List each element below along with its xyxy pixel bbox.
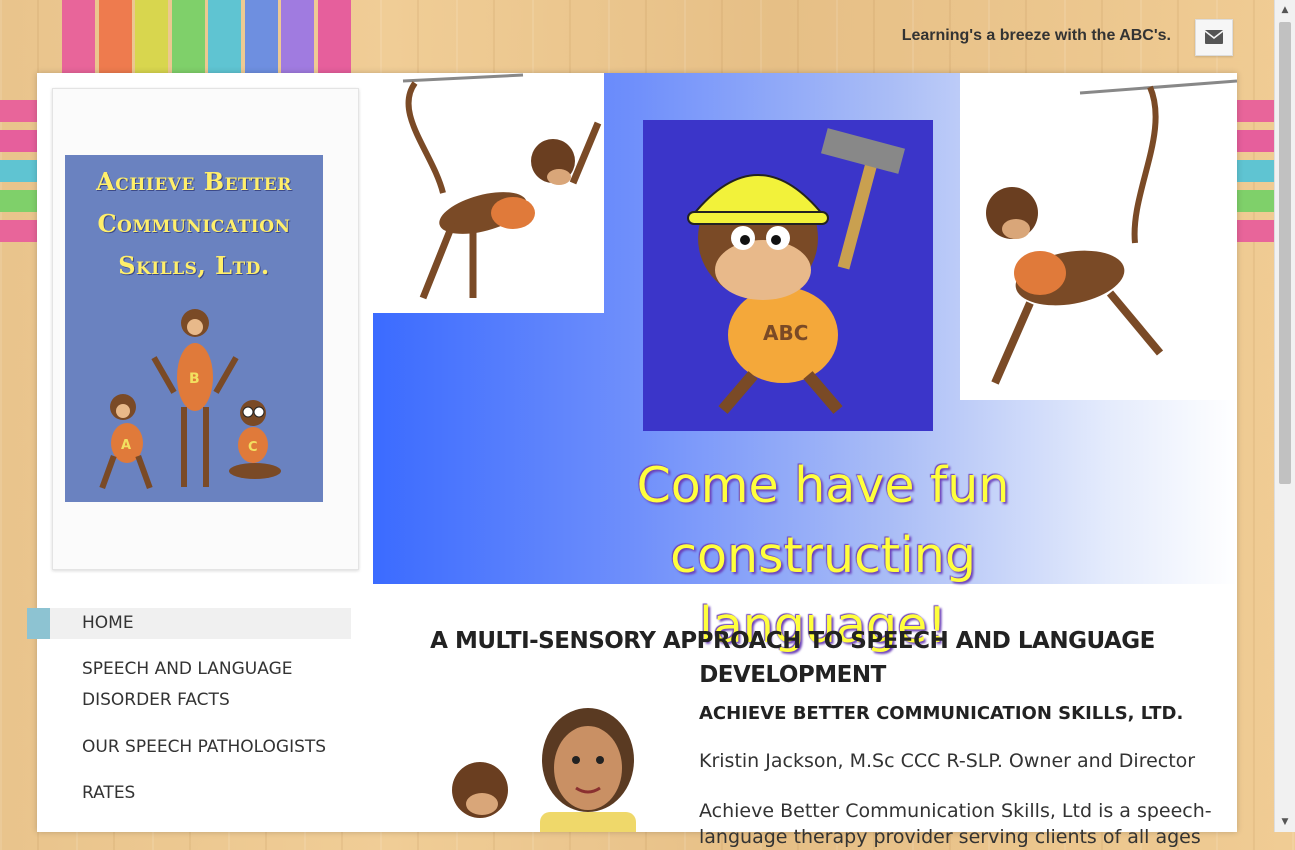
company-name: ACHIEVE BETTER COMMUNICATION SKILLS, LTD… bbox=[699, 703, 1184, 724]
nav-active-marker bbox=[27, 608, 50, 639]
hero-construction-monkey: ABC bbox=[643, 120, 933, 431]
decor-ribbon-side bbox=[1237, 130, 1274, 152]
nav-item-label: OUR SPEECH PATHOLOGISTS bbox=[82, 737, 327, 757]
logo-monkeys-illustration: B A C bbox=[99, 309, 281, 490]
scroll-thumb[interactable] bbox=[1279, 22, 1291, 484]
hero-right-panel bbox=[960, 73, 1238, 400]
hero-banner: ABC Come have fun constructing language! bbox=[373, 73, 1238, 654]
hero-left-panel bbox=[373, 73, 604, 313]
logo-letter-c: C bbox=[248, 440, 258, 455]
decor-ribbon-side bbox=[1237, 190, 1274, 212]
therapist-portrait bbox=[400, 700, 680, 832]
mail-icon bbox=[1205, 30, 1223, 44]
site-tagline: Learning's a breeze with the ABC's. bbox=[901, 27, 1171, 44]
therapist-and-monkey-illustration bbox=[452, 708, 636, 832]
decor-ribbon-side bbox=[1237, 100, 1274, 122]
construction-monkey-illustration: ABC bbox=[687, 128, 906, 414]
hanging-monkey-left-illustration bbox=[402, 73, 602, 300]
page-scrollbar[interactable]: ▲ ▼ bbox=[1274, 0, 1295, 832]
decor-ribbon-side bbox=[0, 220, 37, 242]
nav-item-label: HOME bbox=[82, 613, 134, 633]
decor-ribbon-side bbox=[0, 160, 37, 182]
logo-letter-b: B bbox=[189, 371, 200, 387]
nav-item-speech-language-disorder-facts[interactable]: SPEECH AND LANGUAGE DISORDER FACTS bbox=[27, 654, 302, 716]
nav-item-rates[interactable]: RATES bbox=[27, 778, 351, 809]
decor-ribbon-side bbox=[0, 130, 37, 152]
page-heading: A MULTI-SENSORY APPROACH TO SPEECH AND L… bbox=[430, 628, 1155, 688]
decor-ribbon-side bbox=[0, 100, 37, 122]
main-nav: HOME SPEECH AND LANGUAGE DISORDER FACTS … bbox=[27, 608, 351, 809]
decor-ribbon-side bbox=[0, 190, 37, 212]
hanging-monkey-right-illustration bbox=[986, 79, 1238, 385]
nav-item-our-speech-pathologists[interactable]: OUR SPEECH PATHOLOGISTS bbox=[27, 732, 351, 763]
nav-item-label: SPEECH AND LANGUAGE DISORDER FACTS bbox=[82, 659, 293, 710]
shirt-letters: ABC bbox=[763, 321, 808, 345]
mail-button[interactable] bbox=[1195, 19, 1233, 56]
scroll-down-arrow-icon[interactable]: ▼ bbox=[1275, 814, 1295, 830]
nav-item-label: RATES bbox=[82, 783, 136, 803]
scroll-up-arrow-icon[interactable]: ▲ bbox=[1275, 2, 1295, 18]
decor-ribbon-side bbox=[1237, 220, 1274, 242]
intro-paragraph: Achieve Better Communication Skills, Ltd… bbox=[699, 800, 1212, 848]
site-logo[interactable]: Achieve Better Communication Skills, Ltd… bbox=[65, 155, 323, 502]
decor-ribbon-side bbox=[1237, 160, 1274, 182]
logo-letter-a: A bbox=[121, 438, 131, 453]
nav-item-home[interactable]: HOME bbox=[27, 608, 351, 639]
hero-caption-line-1: Come have fun constructing bbox=[636, 457, 1010, 584]
owner-line: Kristin Jackson, M.Sc CCC R-SLP. Owner a… bbox=[699, 750, 1196, 772]
